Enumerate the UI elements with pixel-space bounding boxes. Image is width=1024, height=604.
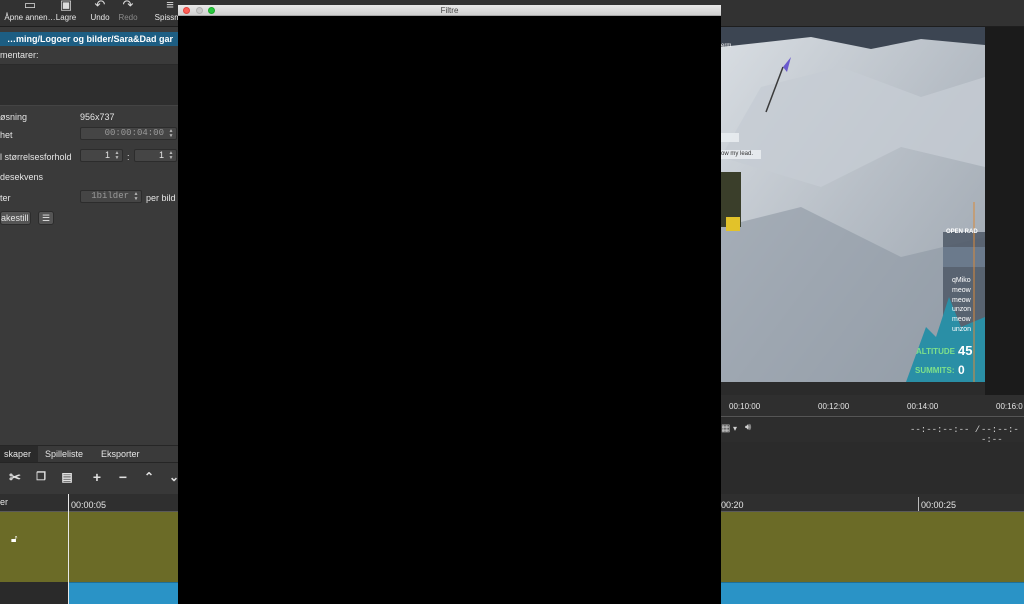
timeline-tick-label: 00:00:25 [921, 500, 957, 510]
track-head-audio [0, 582, 68, 604]
filters-window-titlebar[interactable]: Filtre [178, 5, 721, 16]
summits-value: 0 [958, 363, 965, 377]
duration-label: het [0, 130, 13, 140]
chevron-up-icon[interactable]: ⌃ [140, 468, 158, 486]
playhead-time-label: 00:00:05 [71, 500, 107, 510]
track-header-label: er [0, 497, 9, 507]
add-icon[interactable]: + [88, 468, 106, 486]
spin-arrows-icon[interactable]: ▲ ▼ [167, 151, 175, 161]
cut-icon[interactable]: ✂ [6, 468, 24, 486]
remove-icon[interactable]: − [114, 468, 132, 486]
side-panel-label: OPEN RAD [946, 229, 978, 235]
paste-icon[interactable]: ▤ [58, 468, 76, 486]
menu-icon[interactable]: ☰ [38, 211, 54, 225]
lock-icon[interactable]: 🔓︎ [11, 534, 17, 545]
resolution-label: øsning [0, 112, 28, 122]
ruler-tick-label: 00:10:00 [729, 402, 761, 411]
aspect-denominator-spinbox[interactable]: 1 ▲ ▼ [134, 149, 177, 162]
grid-icon[interactable]: ▦ [721, 423, 730, 434]
filters-window-title: Filtre [440, 6, 459, 15]
summits-label: SUMMITS: [915, 366, 955, 375]
app-window: ▭ Åpne annen… ▣ Lagre ↶ Undo ↷ Redo ≡ Sp… [0, 0, 1024, 604]
chevron-down-icon[interactable]: ▾ [733, 424, 737, 433]
image-sequence-label: desekvens [0, 172, 44, 182]
spin-arrows-icon[interactable]: ▲ ▼ [113, 151, 121, 161]
spin-arrows-icon[interactable]: ▲ ▼ [132, 192, 140, 202]
current-timecode[interactable]: --:--:--:-- / [910, 425, 980, 435]
comments-field[interactable] [0, 64, 178, 106]
time-ruler[interactable] [721, 395, 1024, 417]
total-timecode: --:--:--:-- [981, 425, 1019, 445]
zoom-window-button[interactable] [208, 7, 215, 14]
overlay-corner-text: erm [721, 43, 732, 49]
player-side-border [985, 27, 1024, 395]
resource-path: …ming/Logoer og bilder/Sara&Dad gar [0, 32, 178, 46]
altitude-value: 45 [958, 343, 973, 358]
close-window-button[interactable] [183, 7, 190, 14]
game-frame [721, 27, 985, 382]
timeline-tick [918, 497, 919, 511]
aspect-label: l størrelsesforhold [0, 152, 72, 162]
player-list: qMiko meow meow unzon meow unzon [952, 277, 972, 333]
track-head [0, 512, 68, 582]
aspect-numerator-spinbox[interactable]: 1 ▲ ▼ [80, 149, 123, 162]
filters-window [178, 5, 721, 604]
ruler-tick-label: 00:16:0 [996, 402, 1023, 411]
tab-playlist[interactable]: Spilleliste [41, 446, 87, 462]
tab-export[interactable]: Eksporter [97, 446, 144, 462]
comments-label: mentarer: [0, 50, 39, 60]
aspect-separator: : [127, 152, 130, 162]
ruler-tick-label: 00:14:00 [907, 402, 939, 411]
video-preview: erm ow my lead. OPEN RAD qMiko meow meow… [721, 27, 985, 382]
playhead[interactable] [68, 494, 69, 604]
frames-spinbox[interactable]: 1bilder ▲ ▼ [80, 190, 142, 203]
duration-spinbox[interactable]: 00:00:04:00 ▲ ▼ [80, 127, 177, 140]
chat-bubble: ow my lead. [721, 151, 754, 157]
tab-properties[interactable]: skaper [0, 446, 38, 462]
ruler-tick-label: 00:12:00 [818, 402, 850, 411]
preset-button[interactable]: akestill [0, 211, 31, 225]
minimize-window-button[interactable] [196, 7, 203, 14]
frames-label: ter [0, 193, 11, 203]
timeline-tick-label: 00:20 [721, 500, 744, 510]
volume-icon[interactable]: 🔊︎ [745, 422, 751, 433]
copy-icon[interactable]: ❐ [32, 468, 50, 486]
per-frame-label: per bild [146, 193, 176, 203]
resolution-value: 956x737 [80, 112, 115, 122]
spin-arrows-icon[interactable]: ▲ ▼ [167, 129, 175, 139]
altitude-label: ALTITUDE [916, 347, 955, 356]
